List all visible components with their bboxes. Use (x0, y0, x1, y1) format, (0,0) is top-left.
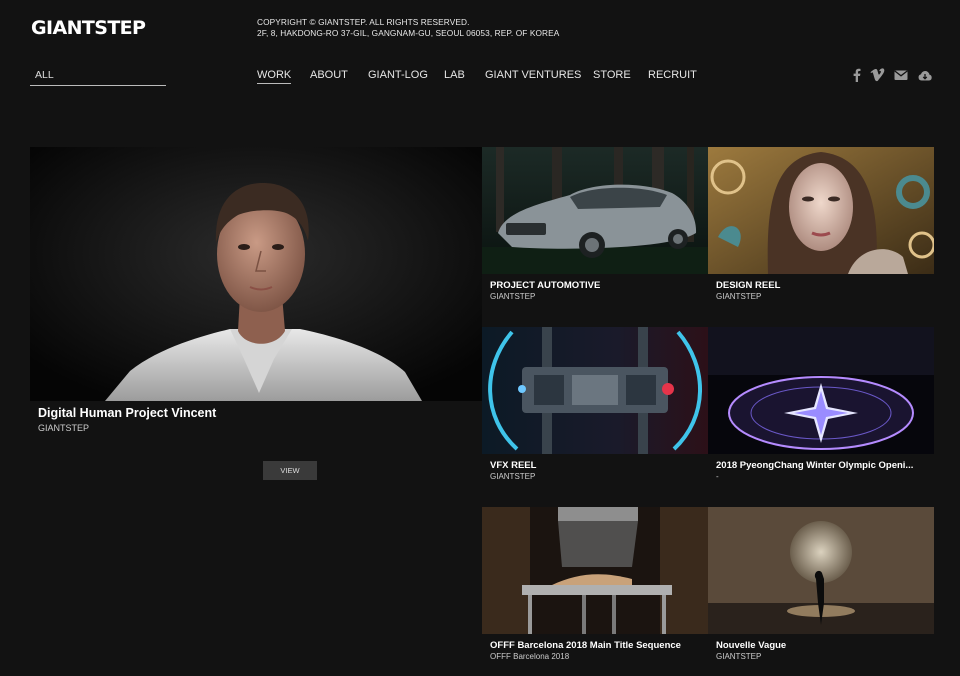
cloud-download-icon[interactable] (917, 67, 933, 83)
view-button[interactable]: VIEW (263, 461, 317, 480)
car-image (482, 147, 708, 274)
featured-subtitle: GIANTSTEP (38, 423, 90, 433)
card-subtitle: OFFF Barcelona 2018 (490, 652, 570, 661)
work-card[interactable]: DESIGN REEL GIANTSTEP (708, 147, 934, 327)
card-thumbnail[interactable] (708, 147, 934, 274)
nav-store[interactable]: STORE (593, 69, 631, 81)
machine-image (482, 327, 708, 454)
featured-title[interactable]: Digital Human Project Vincent (38, 406, 216, 420)
card-subtitle: GIANTSTEP (490, 472, 536, 481)
card-thumbnail[interactable] (708, 507, 934, 634)
card-title[interactable]: PROJECT AUTOMOTIVE (490, 280, 702, 291)
olympic-stadium-image (708, 327, 934, 454)
nav-giant-log[interactable]: GIANT-LOG (368, 69, 428, 81)
work-card[interactable]: Nouvelle Vague GIANTSTEP (708, 507, 934, 676)
card-subtitle: - (716, 472, 719, 481)
work-card[interactable]: VFX REEL GIANTSTEP (482, 327, 708, 507)
work-card[interactable]: PROJECT AUTOMOTIVE GIANTSTEP (482, 147, 708, 327)
woman-portrait-image (708, 147, 934, 274)
nav-lab[interactable]: LAB (444, 69, 465, 81)
nav-about[interactable]: ABOUT (310, 69, 348, 81)
featured-thumbnail[interactable] (30, 147, 482, 401)
card-thumbnail[interactable] (482, 327, 708, 454)
copyright-line: COPYRIGHT © GIANTSTEP. ALL RIGHTS RESERV… (257, 17, 470, 27)
nav-recruit[interactable]: RECRUIT (648, 69, 697, 81)
facebook-icon[interactable] (849, 67, 865, 83)
nav-giant-ventures[interactable]: GIANT VENTURES (485, 69, 581, 81)
card-thumbnail[interactable] (482, 507, 708, 634)
card-title[interactable]: VFX REEL (490, 460, 702, 471)
portrait-image (30, 147, 482, 401)
mail-icon[interactable] (893, 67, 909, 83)
work-card[interactable]: OFFF Barcelona 2018 Main Title Sequence … (482, 507, 708, 676)
globe-room-image (708, 507, 934, 634)
card-thumbnail[interactable] (482, 147, 708, 274)
address-line: 2F, 8, HAKDONG-RO 37-GIL, GANGNAM-GU, SE… (257, 28, 560, 38)
category-filter[interactable]: ALL (30, 67, 166, 86)
vimeo-icon[interactable] (869, 67, 885, 83)
offf-image (482, 507, 708, 634)
card-subtitle: GIANTSTEP (490, 292, 536, 301)
logo[interactable]: GIANTSTEP (31, 17, 146, 39)
work-card[interactable]: 2018 PyeongChang Winter Olympic Openi...… (708, 327, 934, 507)
copyright-text: COPYRIGHT © GIANTSTEP. ALL RIGHTS RESERV… (257, 17, 559, 39)
card-subtitle: GIANTSTEP (716, 292, 762, 301)
filter-value: ALL (35, 69, 54, 81)
nav-work[interactable]: WORK (257, 69, 292, 84)
card-title[interactable]: DESIGN REEL (716, 280, 928, 291)
card-title[interactable]: OFFF Barcelona 2018 Main Title Sequence (490, 640, 702, 651)
card-title[interactable]: Nouvelle Vague (716, 640, 928, 651)
card-subtitle: GIANTSTEP (716, 652, 762, 661)
card-title[interactable]: 2018 PyeongChang Winter Olympic Openi... (716, 460, 928, 471)
card-thumbnail[interactable] (708, 327, 934, 454)
